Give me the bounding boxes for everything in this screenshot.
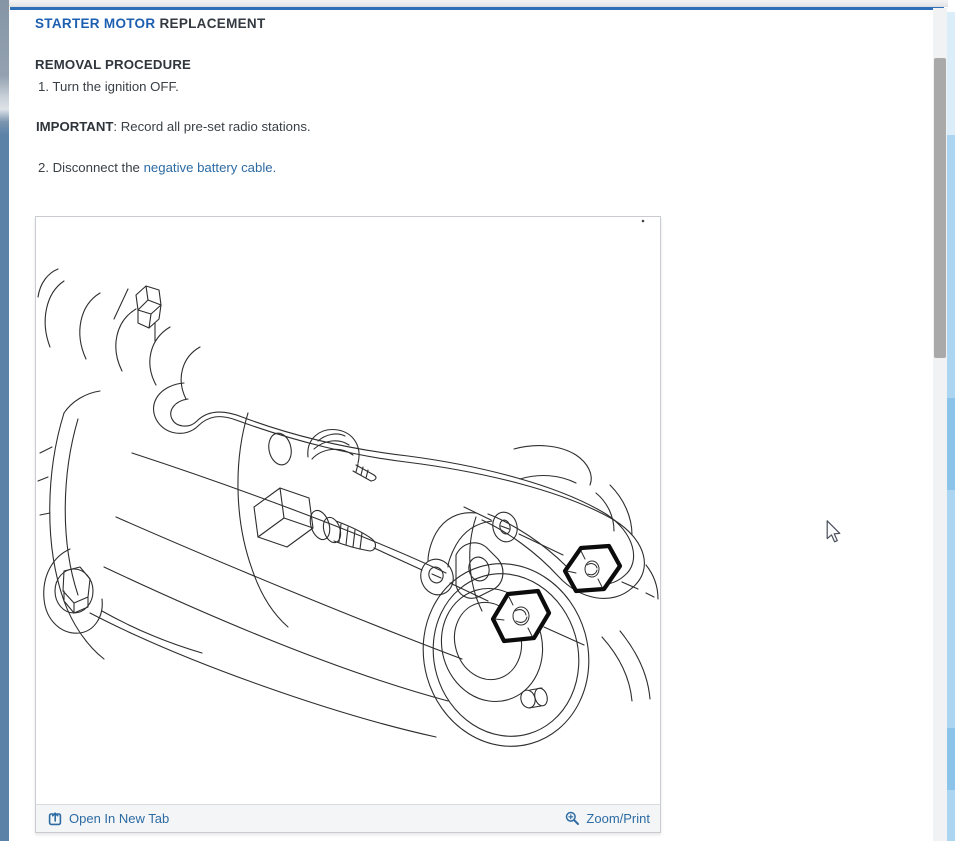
removal-procedure-heading: REMOVAL PROCEDURE [35, 57, 191, 72]
important-text: : Record all pre-set radio stations. [113, 119, 310, 134]
step-2-prefix: 2. Disconnect the [38, 160, 144, 175]
right-edge-dark-segment-2 [947, 728, 955, 790]
right-edge-dark-segment-1 [947, 398, 955, 490]
step-2: 2. Disconnect the negative battery cable… [38, 160, 276, 175]
starter-motor-illustration[interactable] [36, 217, 660, 804]
article: STARTER MOTOR REPLACEMENT REMOVAL PROCED… [0, 0, 947, 841]
figure-toolbar: Open In New Tab Zoom/Print [36, 804, 660, 832]
zoom-print-button[interactable]: Zoom/Print [565, 811, 650, 826]
open-in-new-tab-label: Open In New Tab [69, 811, 169, 826]
important-label: IMPORTANT [36, 119, 113, 134]
figure-frame: Open In New Tab Zoom/Print [35, 216, 661, 833]
page-title: STARTER MOTOR REPLACEMENT [35, 16, 266, 31]
open-in-new-tab-icon [48, 811, 63, 826]
vertical-scrollbar[interactable] [933, 8, 947, 841]
scrollbar-thumb[interactable] [934, 58, 946, 358]
right-panel-edge [947, 12, 955, 841]
page-title-link[interactable]: STARTER MOTOR [35, 16, 155, 31]
right-edge-pale-segment [947, 12, 955, 135]
page-title-rest: REPLACEMENT [159, 16, 265, 31]
zoom-in-icon [565, 811, 580, 826]
zoom-print-label: Zoom/Print [586, 811, 650, 826]
open-in-new-tab-button[interactable]: Open In New Tab [48, 811, 169, 826]
important-note: IMPORTANT: Record all pre-set radio stat… [36, 119, 311, 134]
step-1: 1. Turn the ignition OFF. [38, 79, 179, 94]
starter-motor-drawing [36, 217, 660, 804]
negative-battery-cable-link[interactable]: negative battery cable. [144, 160, 277, 175]
